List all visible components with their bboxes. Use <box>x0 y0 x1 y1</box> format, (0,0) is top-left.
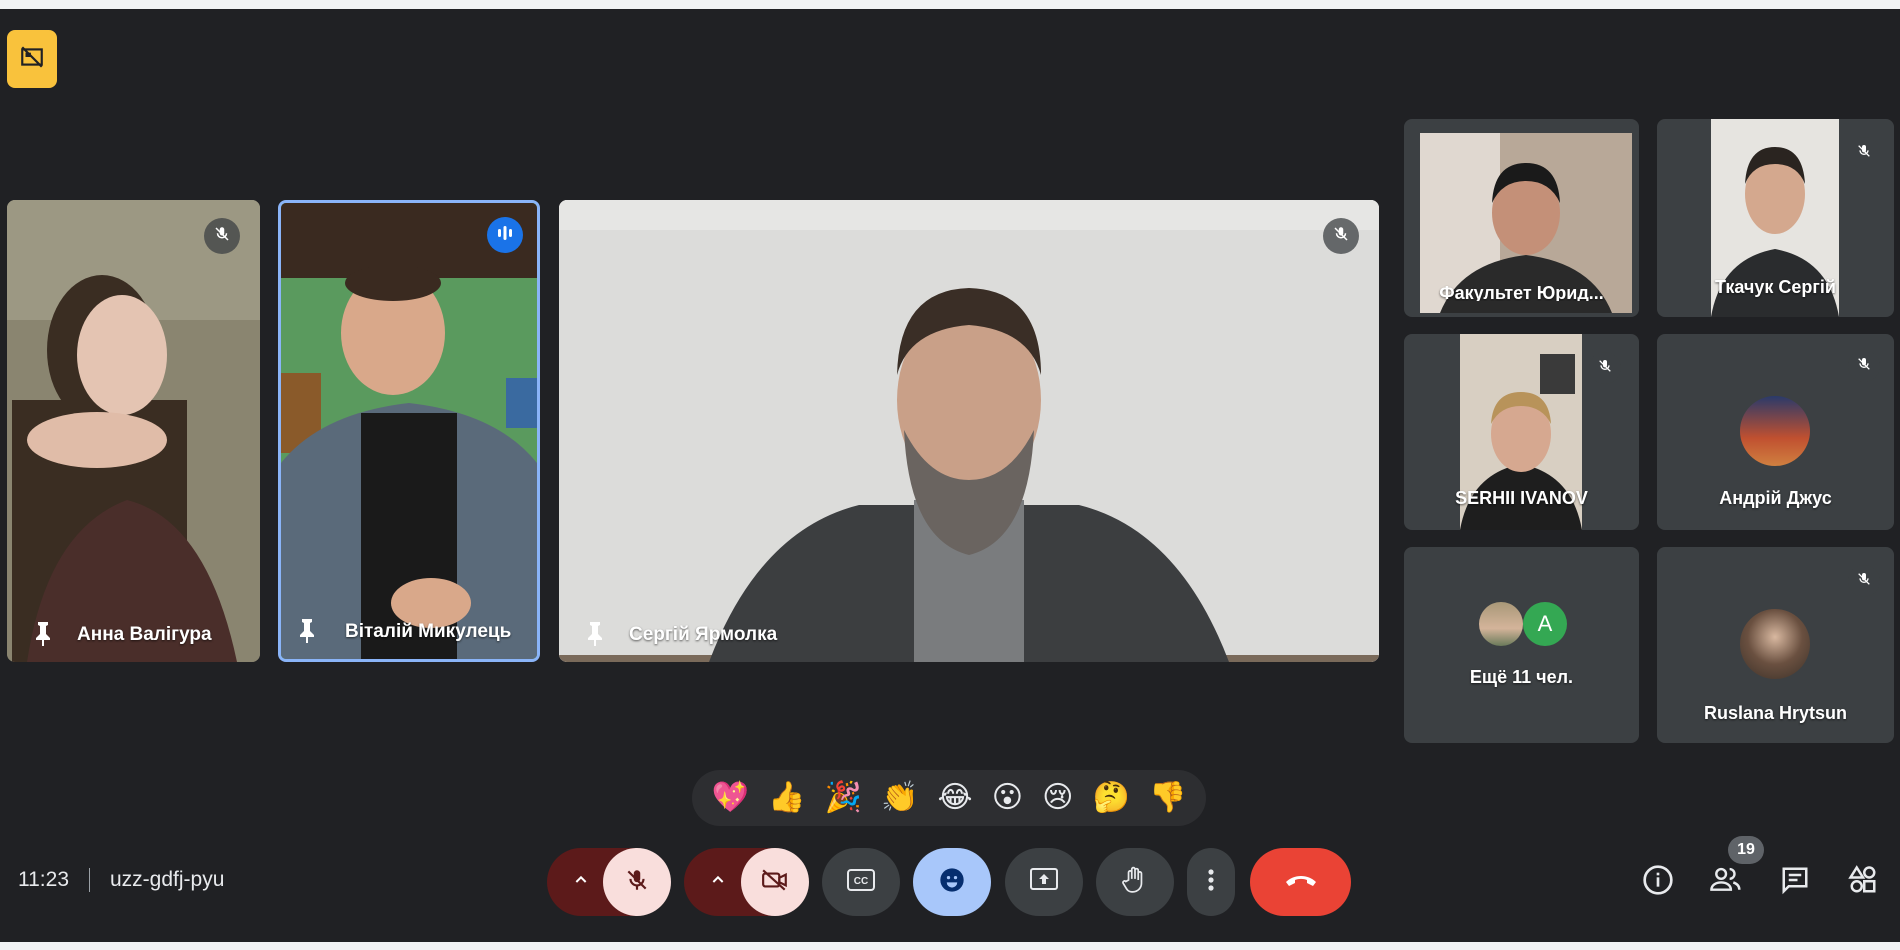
participant-tile-vitaliy[interactable]: Віталій Микулець <box>278 200 540 662</box>
window-top-border <box>0 0 1900 9</box>
pin-icon[interactable] <box>583 620 607 648</box>
pin-icon[interactable] <box>31 620 55 648</box>
reaction-tears-of-joy[interactable]: 😂 <box>938 783 973 813</box>
mic-off-indicator <box>204 218 240 254</box>
reaction-clapping[interactable]: 👏 <box>881 783 918 813</box>
no-video-tile-icon <box>19 44 45 75</box>
participant-name: SERHII IVANOV <box>1455 488 1588 508</box>
participant-name: Ruslana Hrytsun <box>1703 703 1848 723</box>
participant-tile-tkachuk[interactable]: Ткачук Сергій <box>1657 119 1894 317</box>
emoji-reactions-button[interactable] <box>913 848 991 916</box>
meeting-info: 11:23 uzz-gdfj-pyu <box>18 868 224 892</box>
participant-name: Віталій Микулець <box>345 621 512 642</box>
hidden-tiles-button[interactable] <box>7 30 57 88</box>
end-call-icon <box>1284 872 1318 893</box>
chevron-up-icon <box>573 872 589 893</box>
mic-off-icon <box>1856 356 1872 377</box>
avatar <box>1740 609 1810 679</box>
reactions-bar: 💖 👍 🎉 👏 😂 😮 😢 🤔 👎 <box>692 770 1206 826</box>
participant-name: Андрій Джус <box>1719 488 1832 508</box>
avatar <box>1740 396 1810 466</box>
speaking-indicator-icon <box>495 224 515 247</box>
reaction-thinking[interactable]: 🤔 <box>1093 783 1130 813</box>
meeting-time: 11:23 <box>18 868 69 891</box>
reaction-thumbs-down[interactable]: 👎 <box>1149 783 1186 813</box>
mic-off-indicator <box>1848 350 1880 382</box>
captions-icon: CC <box>847 868 875 896</box>
info-icon <box>1642 864 1674 901</box>
speaking-indicator <box>487 217 523 253</box>
raise-hand-icon <box>1122 866 1148 899</box>
participant-name: Факультет Юрид... <box>1439 283 1604 301</box>
people-count-badge: 19 <box>1728 836 1764 864</box>
reaction-thumbs-up[interactable]: 👍 <box>768 783 805 813</box>
people-icon <box>1709 865 1743 900</box>
participant-name: Анна Валігура <box>77 624 212 645</box>
mic-off-indicator <box>1848 565 1880 597</box>
mic-off-indicator <box>1848 137 1880 169</box>
camera-toggle-button[interactable] <box>741 848 809 916</box>
mic-off-icon <box>1332 225 1350 248</box>
mic-off-icon <box>213 225 231 248</box>
more-participants-tile[interactable]: A Ещё 11 чел. <box>1404 547 1639 743</box>
window-bottom-border <box>0 942 1900 950</box>
avatar-letter-text: A <box>1537 611 1553 636</box>
mic-off-icon <box>624 867 650 898</box>
reaction-crying[interactable]: 😢 <box>1042 783 1073 813</box>
participant-name: Сергій Ярмолка <box>629 624 778 645</box>
meeting-details-button[interactable] <box>1638 862 1678 902</box>
participant-name: Ткачук Сергій <box>1715 277 1836 297</box>
people-button[interactable] <box>1706 862 1746 902</box>
meeting-code: uzz-gdfj-pyu <box>110 868 225 891</box>
activities-button[interactable] <box>1843 862 1883 902</box>
participant-video <box>7 200 260 662</box>
participant-tile-anna[interactable]: Анна Валігура <box>7 200 260 662</box>
more-participants-label: Ещё 11 чел. <box>1469 667 1574 687</box>
participant-tile-ivanov[interactable]: SERHII IVANOV <box>1404 334 1639 530</box>
participant-tile-faculty[interactable]: Факультет Юрид... <box>1404 119 1639 317</box>
present-button[interactable] <box>1005 848 1083 916</box>
people-count: 19 <box>1737 841 1755 858</box>
mic-off-indicator <box>1589 352 1621 384</box>
activities-icon <box>1848 864 1878 900</box>
participant-video <box>559 200 1379 662</box>
avatar <box>1479 602 1523 646</box>
raise-hand-button[interactable] <box>1096 848 1174 916</box>
more-icon <box>1207 868 1215 897</box>
mic-off-icon <box>1597 358 1613 379</box>
mic-off-icon <box>1856 571 1872 592</box>
reaction-sparkling-heart[interactable]: 💖 <box>712 783 749 813</box>
reaction-surprised[interactable]: 😮 <box>992 783 1023 813</box>
chat-icon <box>1780 865 1810 900</box>
camera-off-icon <box>761 867 789 898</box>
leave-call-button[interactable] <box>1250 848 1351 916</box>
divider <box>89 868 90 892</box>
svg-text:CC: CC <box>854 876 868 887</box>
pin-icon[interactable] <box>295 617 319 645</box>
more-options-button[interactable] <box>1187 848 1235 916</box>
mic-off-indicator <box>1323 218 1359 254</box>
chat-button[interactable] <box>1775 862 1815 902</box>
captions-button[interactable]: CC <box>822 848 900 916</box>
present-icon <box>1030 867 1058 897</box>
participant-tile-sergiy[interactable]: Сергій Ярмолка <box>559 200 1379 662</box>
emoji-icon <box>938 866 966 899</box>
participant-video <box>281 203 537 659</box>
reaction-party-popper[interactable]: 🎉 <box>825 783 862 813</box>
chevron-up-icon <box>710 872 726 893</box>
mic-off-icon <box>1856 143 1872 164</box>
participant-tile-dzhus[interactable]: Андрій Джус <box>1657 334 1894 530</box>
participant-tile-hrytsun[interactable]: Ruslana Hrytsun <box>1657 547 1894 743</box>
avatar-letter: A <box>1523 602 1567 646</box>
mic-toggle-button[interactable] <box>603 848 671 916</box>
